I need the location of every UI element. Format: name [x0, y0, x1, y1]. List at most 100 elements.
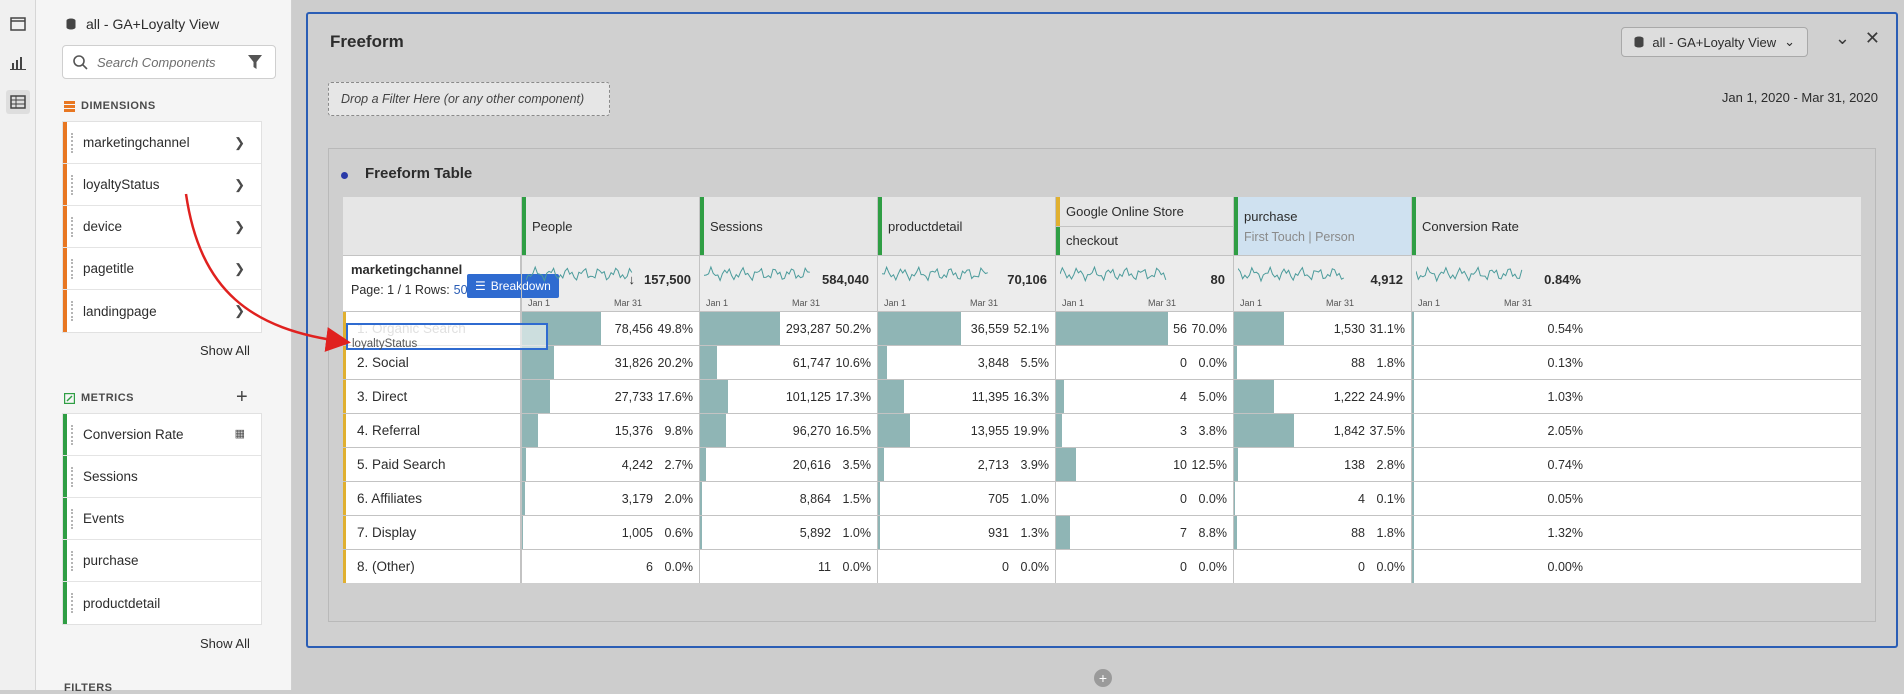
table-row[interactable]: 4. Referral15,3769.8%96,27016.5%13,95519… — [343, 413, 1861, 447]
column-header[interactable]: Sessions — [699, 197, 877, 255]
table-cell[interactable]: 8,8641.5% — [699, 482, 877, 515]
table-row[interactable]: 6. Affiliates3,1792.0%8,8641.5%7051.0%00… — [343, 481, 1861, 515]
table-cell[interactable]: 61,74710.6% — [699, 346, 877, 379]
datasource-label[interactable]: all - GA+Loyalty View — [66, 16, 219, 32]
chevron-right-icon[interactable]: ❯ — [234, 135, 245, 151]
table-row[interactable]: 8. (Other)60.0%110.0%00.0%00.0%00.0%0.00… — [343, 549, 1861, 583]
column-header[interactable]: purchaseFirst Touch | Person — [1233, 197, 1411, 255]
drag-handle-icon[interactable] — [71, 217, 73, 237]
chevron-right-icon[interactable]: ❯ — [234, 219, 245, 235]
close-icon[interactable]: ✕ — [1865, 28, 1880, 49]
sort-desc-icon[interactable]: ↓ — [629, 272, 636, 287]
datasource-select[interactable]: all - GA+Loyalty View ⌄ — [1621, 27, 1808, 57]
chevron-right-icon[interactable]: ❯ — [234, 261, 245, 277]
table-cell[interactable]: 15,3769.8% — [521, 414, 699, 447]
column-header[interactable]: Google Online Storecheckout — [1055, 197, 1233, 255]
row-dimension-item[interactable]: 7. Display — [343, 516, 521, 549]
table-cell[interactable]: 5,8921.0% — [699, 516, 877, 549]
add-panel-button[interactable]: + — [1094, 669, 1112, 687]
table-cell[interactable]: 2,7133.9% — [877, 448, 1055, 481]
table-cell[interactable]: 0.13% — [1411, 346, 1589, 379]
table-cell[interactable]: 1.32% — [1411, 516, 1589, 549]
rows-select[interactable]: 50 — [454, 283, 468, 297]
table-cell[interactable]: 00.0% — [1055, 346, 1233, 379]
table-cell[interactable]: 1012.5% — [1055, 448, 1233, 481]
metric-item[interactable]: Events — [63, 498, 261, 540]
table-cell[interactable]: 00.0% — [877, 550, 1055, 583]
dimensions-show-all[interactable]: Show All — [200, 343, 250, 358]
dimension-item[interactable]: device❯ — [63, 206, 261, 248]
metric-item[interactable]: productdetail — [63, 582, 261, 624]
search-input[interactable]: Search Components — [62, 45, 276, 79]
table-cell[interactable]: 00.0% — [1233, 550, 1411, 583]
table-cell[interactable]: 31,82620.2% — [521, 346, 699, 379]
table-cell[interactable]: 36,55952.1% — [877, 312, 1055, 345]
table-row[interactable]: 3. Direct27,73317.6%101,12517.3%11,39516… — [343, 379, 1861, 413]
drag-handle-icon[interactable] — [71, 133, 73, 153]
drag-handle-icon[interactable] — [71, 175, 73, 195]
metric-item[interactable]: purchase — [63, 540, 261, 582]
dimension-item[interactable]: pagetitle❯ — [63, 248, 261, 290]
table-cell[interactable]: 3,8485.5% — [877, 346, 1055, 379]
chevron-right-icon[interactable]: ❯ — [234, 177, 245, 193]
table-cell[interactable]: 1,53031.1% — [1233, 312, 1411, 345]
table-cell[interactable]: 0.05% — [1411, 482, 1589, 515]
panel-icon[interactable] — [6, 12, 30, 36]
table-cell[interactable]: 40.1% — [1233, 482, 1411, 515]
dimension-item[interactable]: landingpage❯ — [63, 290, 261, 332]
table-row[interactable]: 7. Display1,0050.6%5,8921.0%9311.3%78.8%… — [343, 515, 1861, 549]
table-cell[interactable]: 7051.0% — [877, 482, 1055, 515]
drag-handle-icon[interactable] — [71, 467, 73, 487]
column-header-primary[interactable]: Google Online Store — [1056, 197, 1233, 227]
row-dimension-item[interactable]: 8. (Other) — [343, 550, 521, 583]
table-cell[interactable]: 27,73317.6% — [521, 380, 699, 413]
column-header[interactable]: productdetail — [877, 197, 1055, 255]
table-row[interactable]: 2. Social31,82620.2%61,74710.6%3,8485.5%… — [343, 345, 1861, 379]
table-row[interactable]: 1. Organic Search78,45649.8%293,28750.2%… — [343, 311, 1861, 345]
metric-item[interactable]: Conversion Rate▦ — [63, 414, 261, 456]
table-cell[interactable]: 0.74% — [1411, 448, 1589, 481]
table-cell[interactable]: 881.8% — [1233, 346, 1411, 379]
row-dimension-item[interactable]: 2. Social — [343, 346, 521, 379]
table-cell[interactable]: 1,22224.9% — [1233, 380, 1411, 413]
table-cell[interactable]: 0.54% — [1411, 312, 1589, 345]
table-cell[interactable]: 1,0050.6% — [521, 516, 699, 549]
filter-icon[interactable] — [247, 54, 263, 70]
drag-handle-icon[interactable] — [71, 259, 73, 279]
metric-item[interactable]: Sessions — [63, 456, 261, 498]
filter-drop-zone[interactable]: Drop a Filter Here (or any other compone… — [328, 82, 610, 116]
date-range[interactable]: Jan 1, 2020 - Mar 31, 2020 — [1722, 90, 1878, 105]
drag-handle-icon[interactable] — [71, 509, 73, 529]
metrics-show-all[interactable]: Show All — [200, 636, 250, 651]
table-cell[interactable]: 1,84237.5% — [1233, 414, 1411, 447]
column-header[interactable]: People — [521, 197, 699, 255]
drag-handle-icon[interactable] — [71, 593, 73, 613]
table-cell[interactable]: 11,39516.3% — [877, 380, 1055, 413]
table-cell[interactable]: 9311.3% — [877, 516, 1055, 549]
drag-handle-icon[interactable] — [71, 425, 73, 445]
column-header[interactable]: Conversion Rate — [1411, 197, 1589, 255]
row-dimension-item[interactable]: 3. Direct — [343, 380, 521, 413]
table-cell[interactable]: 78.8% — [1055, 516, 1233, 549]
column-header-secondary[interactable]: checkout — [1056, 227, 1233, 256]
add-metric-icon[interactable]: + — [236, 386, 248, 409]
table-cell[interactable]: 33.8% — [1055, 414, 1233, 447]
table-cell[interactable]: 4,2422.7% — [521, 448, 699, 481]
row-dimension-item[interactable]: 5. Paid Search — [343, 448, 521, 481]
table-cell[interactable]: 13,95519.9% — [877, 414, 1055, 447]
chevron-right-icon[interactable]: ❯ — [234, 303, 245, 319]
drag-handle-icon[interactable] — [71, 301, 73, 321]
collapse-icon[interactable]: ⌄ — [1835, 28, 1850, 49]
table-cell[interactable]: 110.0% — [699, 550, 877, 583]
dimension-item[interactable]: loyaltyStatus❯ — [63, 164, 261, 206]
table-cell[interactable]: 96,27016.5% — [699, 414, 877, 447]
table-row[interactable]: 5. Paid Search4,2422.7%20,6163.5%2,7133.… — [343, 447, 1861, 481]
row-dimension-item[interactable]: 4. Referral — [343, 414, 521, 447]
table-cell[interactable]: 00.0% — [1055, 550, 1233, 583]
drag-handle-icon[interactable] — [71, 551, 73, 571]
table-cell[interactable]: 0.00% — [1411, 550, 1589, 583]
table-cell[interactable]: 5670.0% — [1055, 312, 1233, 345]
dimension-item[interactable]: marketingchannel❯ — [63, 122, 261, 164]
table-cell[interactable]: 45.0% — [1055, 380, 1233, 413]
components-icon[interactable] — [6, 90, 30, 114]
